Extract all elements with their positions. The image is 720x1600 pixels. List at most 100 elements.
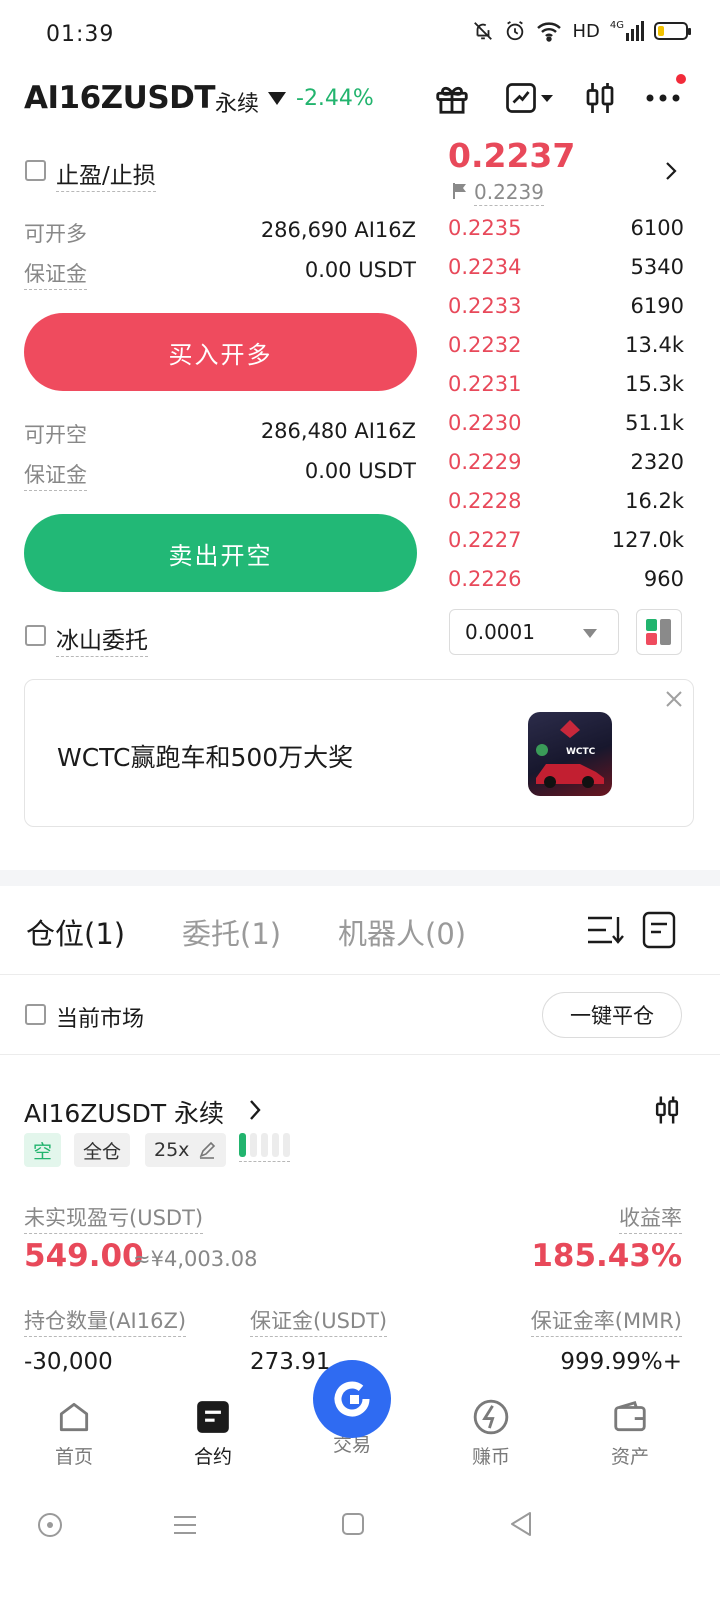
side-tag: 空 [24,1133,62,1167]
tp-sl-checkbox[interactable] [25,160,46,181]
gift-icon[interactable] [432,78,472,118]
last-price: 0.2237 [448,136,576,175]
orderbook-layout-icon [646,619,671,645]
price-change: -2.44% [296,86,374,111]
long-available-value: 286,690 AI16Z [260,218,416,242]
ask-row[interactable]: 0.2229 2320 [448,442,684,481]
precision-select[interactable]: 0.0001 [449,609,619,655]
tab-orders[interactable]: 委托(1) [182,911,281,953]
ask-row[interactable]: 0.2235 6100 [448,208,684,247]
position-symbol[interactable]: AI16ZUSDT 永续 [24,1094,224,1130]
iceberg-label[interactable]: 冰山委托 [56,621,148,657]
ask-row[interactable]: 0.2234 5340 [448,247,684,286]
risk-level-bars[interactable] [239,1133,290,1162]
ask-qty: 2320 [630,449,684,474]
ask-qty: 15.3k [625,371,684,396]
wallet-icon [614,1400,646,1432]
short-available-label: 可开空 [24,423,87,447]
current-market-checkbox[interactable] [25,1004,46,1025]
assistant-icon[interactable] [37,1512,63,1538]
tab-bots[interactable]: 机器人(0) [338,911,466,953]
iceberg-checkbox[interactable] [25,625,46,646]
battery-icon [654,22,691,40]
ask-row[interactable]: 0.2231 15.3k [448,364,684,403]
nav-contract[interactable]: 合约 [173,1398,253,1469]
signal-icon: 4G [610,21,644,41]
roe-label[interactable]: 收益率 [619,1202,682,1234]
mark-price[interactable]: 0.2239 [474,180,544,206]
promo-banner[interactable]: WCTC赢跑车和500万大奖 WCTC [24,679,694,827]
leverage-tag[interactable]: 25x [145,1133,227,1167]
close-all-button[interactable]: 一键平仓 [542,992,682,1038]
alarm-icon [507,21,524,41]
candlestick-icon[interactable] [652,1094,682,1126]
ask-price: 0.2229 [448,449,522,474]
mmr-label[interactable]: 保证金率(MMR) [530,1305,682,1337]
position-size-label[interactable]: 持仓数量(AI16Z) [24,1305,187,1337]
position-margin-label[interactable]: 保证金(USDT) [250,1305,388,1337]
back-icon[interactable] [508,1510,534,1538]
section-divider [0,870,720,886]
nav-home[interactable]: 首页 [34,1398,114,1469]
signal-label: 4G [609,20,624,31]
orderbook-layout-button[interactable] [636,609,682,655]
nav-earn[interactable]: 赚币 [451,1398,531,1469]
ask-price: 0.2227 [448,527,522,552]
sort-icon[interactable] [586,913,624,947]
short-margin-label[interactable]: 保证金 [24,459,87,491]
status-time: 01:39 [46,22,115,47]
ask-price: 0.2233 [448,293,522,318]
contract-icon [197,1401,229,1433]
edit-icon [199,1141,216,1159]
chevron-right-icon[interactable] [664,160,678,182]
menu-icon[interactable] [172,1514,198,1536]
notification-dot [676,74,686,84]
candlestick-icon[interactable] [580,78,620,118]
ask-qty: 6190 [630,293,684,318]
ask-price: 0.2228 [448,488,522,513]
tab-positions[interactable]: 仓位(1) [26,911,125,953]
margin-mode-tag: 全仓 [74,1133,131,1167]
long-available-label: 可开多 [24,222,87,246]
filter-divider [0,1054,720,1055]
ask-qty: 5340 [630,254,684,279]
symbol-title[interactable]: AI16ZUSDT [24,80,216,116]
long-margin-label[interactable]: 保证金 [24,258,87,290]
order-history-icon[interactable] [642,911,676,949]
position-size-value: -30,000 [24,1349,113,1375]
network-type: HD [572,20,600,42]
chart-icon[interactable] [498,78,560,118]
chevron-right-icon[interactable] [248,1098,262,1122]
trade-button[interactable] [313,1360,391,1438]
ask-qty: 960 [643,566,684,591]
ask-row[interactable]: 0.2228 16.2k [448,481,684,520]
contract-type[interactable]: 永续 [215,86,259,118]
ask-row[interactable]: 0.2232 13.4k [448,325,684,364]
ask-row[interactable]: 0.2230 51.1k [448,403,684,442]
unrealized-pnl-label[interactable]: 未实现盈亏(USDT) [24,1202,204,1234]
close-icon[interactable] [665,690,683,708]
ask-price: 0.2230 [448,410,522,435]
roe-value: 185.43% [531,1238,682,1274]
ask-row[interactable]: 0.2233 6190 [448,286,684,325]
home-square-icon[interactable] [341,1512,365,1536]
tp-sl-label[interactable]: 止盈/止损 [56,156,156,192]
nav-home-label: 首页 [54,1446,93,1468]
ask-price: 0.2231 [448,371,522,396]
ask-price: 0.2226 [448,566,522,591]
buy-long-button[interactable]: 买入开多 [24,313,417,391]
precision-value: 0.0001 [465,620,535,644]
current-market-label[interactable]: 当前市场 [56,1001,144,1033]
nav-assets[interactable]: 资产 [590,1398,670,1469]
ask-row[interactable]: 0.2227 127.0k [448,520,684,559]
sports-car-image: WCTC [528,712,612,796]
unrealized-pnl-cny: ≈¥4,003.08 [133,1247,258,1271]
more-icon[interactable] [643,78,683,118]
unrealized-pnl-value: 549.00 [24,1238,144,1274]
status-icons: HD 4G [472,20,691,42]
sell-short-button[interactable]: 卖出开空 [24,514,417,592]
system-nav-bar [0,1490,720,1560]
caret-down-icon[interactable] [268,92,286,105]
trade-icon [334,1381,370,1417]
ask-row[interactable]: 0.2226 960 [448,559,684,598]
